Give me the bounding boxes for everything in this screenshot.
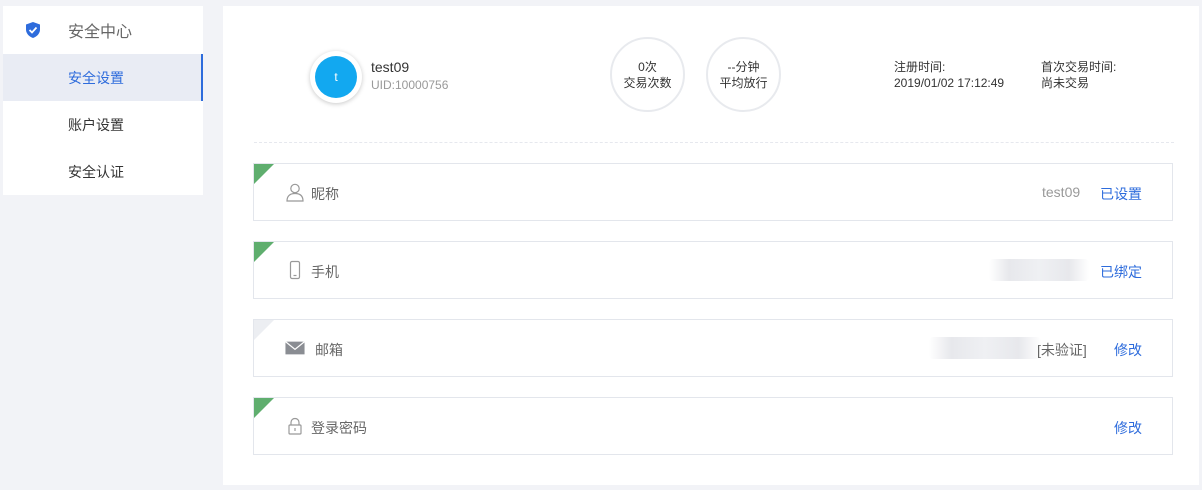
email-edit-link[interactable]: 修改: [1114, 340, 1142, 360]
sidebar-item-security-verification[interactable]: 安全认证: [3, 148, 203, 195]
first-trade-time-label: 首次交易时间:: [1041, 60, 1117, 74]
password-edit-link[interactable]: 修改: [1114, 418, 1142, 438]
shield-check-icon: [26, 22, 40, 38]
email-verify-status: [未验证]: [1037, 342, 1087, 358]
nickname-label: 昵称: [311, 186, 339, 202]
main-panel: t test09 UID:10000756 0次 交易次数 --分钟 平均放行 …: [223, 6, 1199, 485]
phone-icon: [285, 260, 305, 280]
avatar: t: [315, 56, 357, 98]
stat-avg-release-value: --分钟: [727, 59, 760, 74]
avatar-ring: t: [310, 51, 362, 103]
stat-trade-count-label: 交易次数: [623, 75, 672, 90]
register-time-label: 注册时间:: [894, 60, 946, 74]
stat-trade-count: 0次 交易次数: [610, 37, 685, 112]
sidebar-item-security-settings[interactable]: 安全设置: [3, 54, 203, 101]
status-corner: [254, 242, 274, 262]
stat-avg-release-label: 平均放行: [719, 75, 768, 90]
nickname-value: test09: [1042, 184, 1081, 200]
phone-masked-value: [989, 259, 1089, 281]
user-icon: [285, 182, 305, 202]
stat-avg-release: --分钟 平均放行: [706, 37, 781, 112]
sidebar-title: 安全中心: [68, 24, 133, 41]
mail-icon: [285, 338, 305, 358]
password-row: 登录密码 修改: [253, 397, 1173, 455]
sidebar: 安全中心 安全设置 账户设置 安全认证: [3, 6, 203, 195]
profile-summary: t test09 UID:10000756 0次 交易次数 --分钟 平均放行 …: [254, 6, 1174, 143]
first-trade-time-value: 尚未交易: [1041, 76, 1090, 90]
register-time: 注册时间: 2019/01/02 17:12:49: [894, 59, 1004, 91]
register-time-value: 2019/01/02 17:12:49: [894, 76, 1005, 90]
stat-trade-count-value: 0次: [638, 59, 657, 74]
user-uid: UID:10000756: [371, 78, 449, 92]
email-row: 邮箱 [未验证] 修改: [253, 319, 1173, 377]
email-masked-value: [929, 337, 1041, 359]
phone-action-link[interactable]: 已绑定: [1100, 262, 1142, 282]
lock-icon: [285, 416, 305, 436]
status-corner: [254, 320, 274, 340]
status-corner: [254, 398, 274, 418]
sidebar-header: 安全中心: [3, 6, 203, 54]
status-corner: [254, 164, 274, 184]
username: test09: [371, 59, 410, 75]
sidebar-item-account-settings[interactable]: 账户设置: [3, 101, 203, 148]
nickname-row: 昵称 test09 已设置: [253, 163, 1173, 221]
phone-row: 手机 已绑定: [253, 241, 1173, 299]
phone-label: 手机: [311, 264, 339, 280]
nickname-action-link[interactable]: 已设置: [1100, 184, 1142, 204]
first-trade-time: 首次交易时间: 尚未交易: [1041, 59, 1116, 91]
password-label: 登录密码: [311, 420, 367, 436]
email-label: 邮箱: [315, 342, 343, 358]
